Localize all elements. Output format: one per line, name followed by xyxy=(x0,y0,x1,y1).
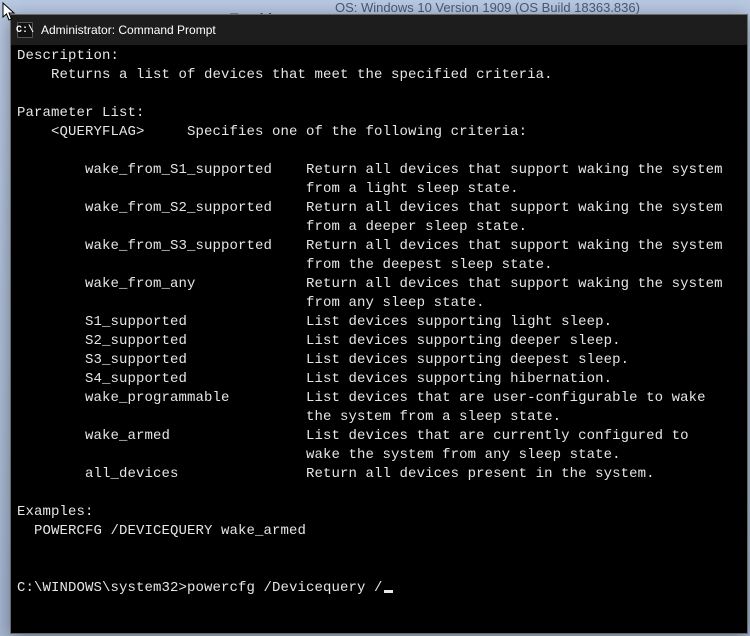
command-prompt-window[interactable]: C:\ Administrator: Command Prompt Descri… xyxy=(10,14,748,634)
prompt-command[interactable]: powercfg /Devicequery / xyxy=(187,580,383,596)
command-prompt-icon: C:\ xyxy=(17,22,33,38)
prompt-path: C:\WINDOWS\system32> xyxy=(17,580,187,596)
text-cursor xyxy=(384,590,393,593)
window-titlebar[interactable]: C:\ Administrator: Command Prompt xyxy=(11,15,747,45)
terminal-prompt[interactable]: C:\WINDOWS\system32>powercfg /Devicequer… xyxy=(17,580,393,596)
background-os-text: OS: Windows 10 Version 1909 (OS Build 18… xyxy=(335,0,640,15)
terminal-static-output: Description: Returns a list of devices t… xyxy=(17,48,723,539)
window-title: Administrator: Command Prompt xyxy=(41,23,216,37)
terminal-output[interactable]: Description: Returns a list of devices t… xyxy=(11,45,747,633)
